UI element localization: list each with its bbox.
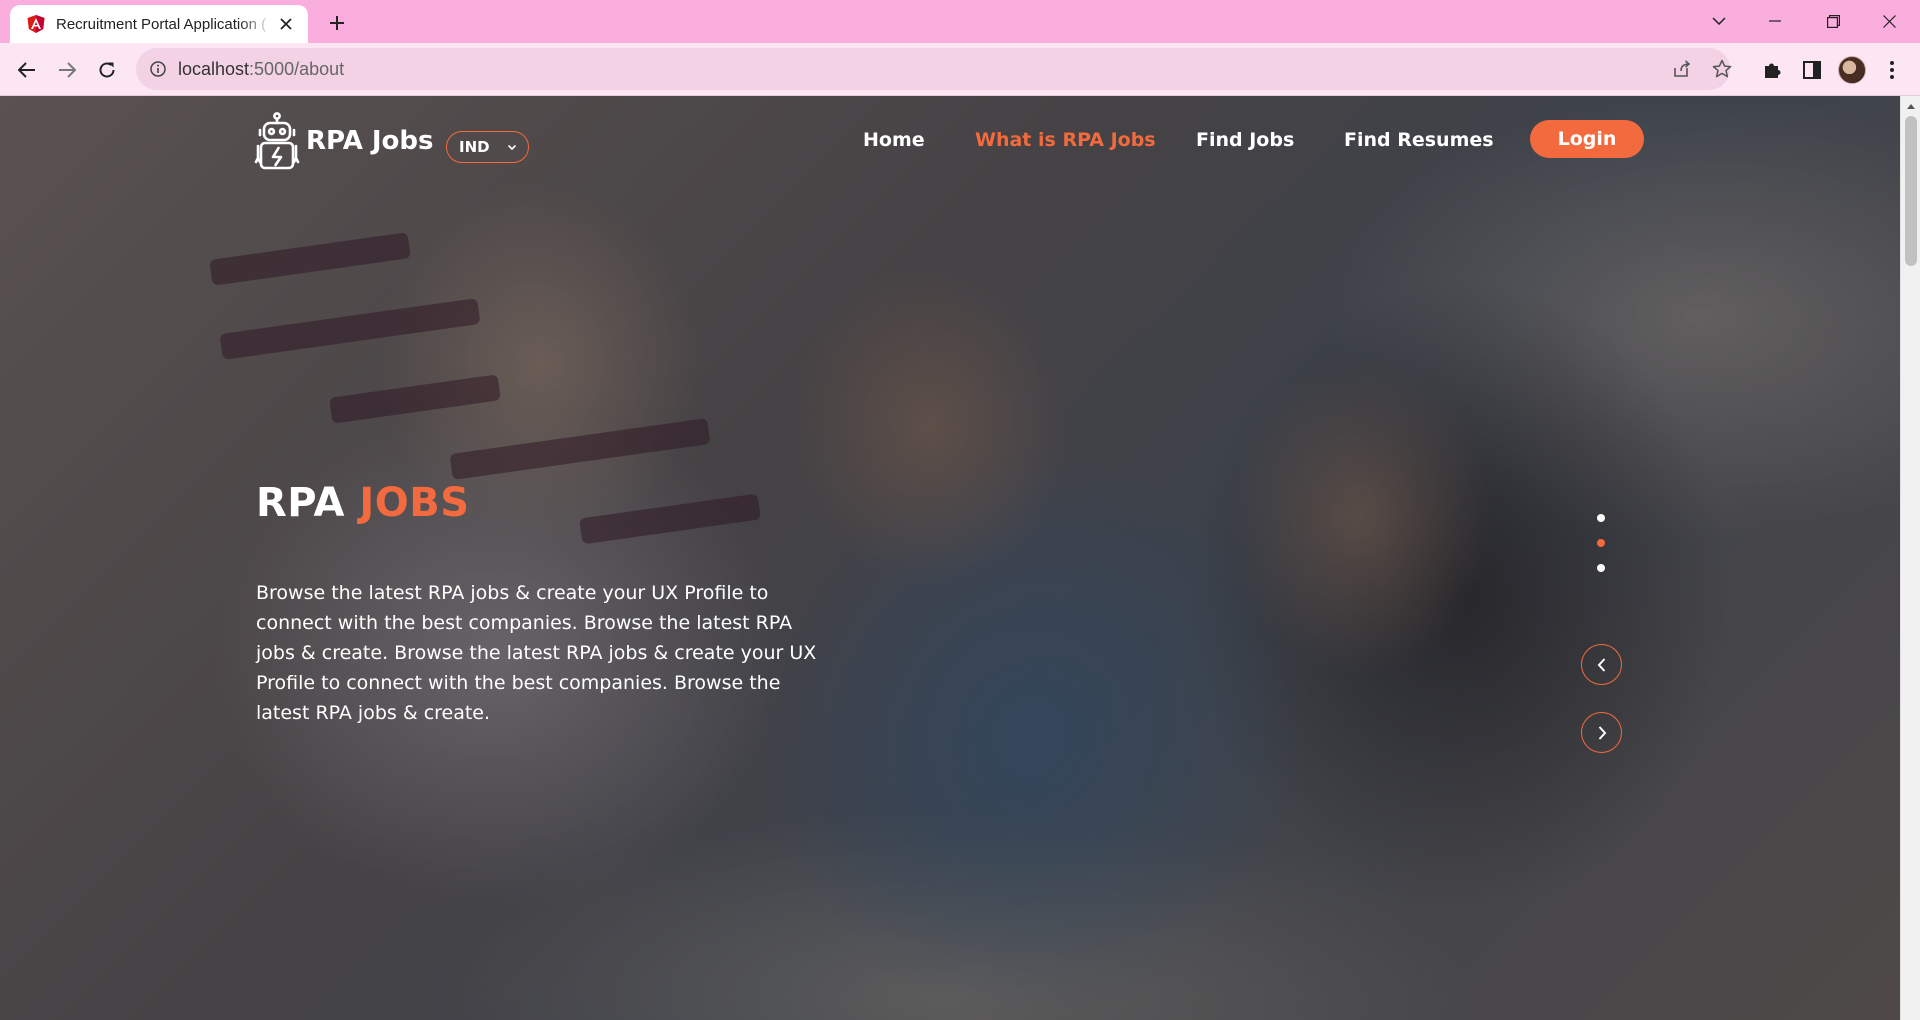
side-panel-icon[interactable] xyxy=(1798,56,1826,84)
address-bar[interactable]: localhost:5000/about xyxy=(136,48,1732,90)
chevron-down-icon xyxy=(507,144,517,151)
nav-find-resumes[interactable]: Find Resumes xyxy=(1344,129,1494,151)
nav-find-jobs[interactable]: Find Jobs xyxy=(1196,129,1294,151)
chevron-left-icon xyxy=(1597,657,1605,672)
slider-dot-2[interactable] xyxy=(1597,539,1605,547)
site-logo[interactable]: RPA Jobs xyxy=(254,112,434,170)
robot-logo-icon xyxy=(254,112,300,170)
url-text[interactable]: localhost:5000/about xyxy=(178,59,344,80)
slider-next-button[interactable] xyxy=(1581,712,1622,753)
logo-text: RPA Jobs xyxy=(306,126,434,156)
url-host: localhost xyxy=(178,59,250,79)
hero-description: Browse the latest RPA jobs & create your… xyxy=(256,582,817,724)
minimize-icon[interactable] xyxy=(1752,4,1798,38)
browser-toolbar: localhost:5000/about xyxy=(0,43,1920,96)
country-selector[interactable]: IND xyxy=(446,131,529,163)
hero-title: RPA JOBS xyxy=(256,480,470,526)
browser-tab-strip: Recruitment Portal Application ( xyxy=(0,0,1920,43)
profile-avatar[interactable] xyxy=(1838,56,1866,84)
page-viewport: RPA Jobs IND Home What is RPA Jobs Find … xyxy=(0,96,1900,1020)
extensions-puzzle-icon[interactable] xyxy=(1758,56,1786,84)
slider-dot-1[interactable] xyxy=(1597,514,1605,522)
hero-overlay xyxy=(0,96,1900,1020)
country-label: IND xyxy=(459,138,490,156)
scroll-up-arrow-icon[interactable] xyxy=(1901,98,1920,114)
back-icon[interactable] xyxy=(11,54,43,86)
reload-icon[interactable] xyxy=(91,54,123,86)
url-path: :5000/about xyxy=(249,59,345,79)
page-scrollbar[interactable] xyxy=(1900,96,1920,1020)
slider-dot-3[interactable] xyxy=(1597,564,1605,572)
hero-title-main: RPA xyxy=(256,480,360,526)
close-window-icon[interactable] xyxy=(1866,4,1912,38)
slider-prev-button[interactable] xyxy=(1581,644,1622,685)
scroll-thumb[interactable] xyxy=(1905,116,1917,266)
angular-icon xyxy=(27,15,45,33)
browser-menu-icon[interactable] xyxy=(1878,56,1906,84)
login-button[interactable]: Login xyxy=(1530,120,1644,158)
tab-search-chevron-icon[interactable] xyxy=(1696,4,1742,38)
forward-icon[interactable] xyxy=(51,54,83,86)
restore-icon[interactable] xyxy=(1810,4,1856,38)
hero-title-accent: JOBS xyxy=(359,480,470,526)
tab-close-icon[interactable] xyxy=(276,14,296,34)
tab-title: Recruitment Portal Application ( xyxy=(56,15,267,33)
bookmark-star-icon[interactable] xyxy=(1710,57,1734,81)
nav-home[interactable]: Home xyxy=(863,129,925,151)
new-tab-icon[interactable] xyxy=(322,8,352,38)
share-icon[interactable] xyxy=(1670,57,1694,81)
site-info-icon[interactable] xyxy=(148,59,168,79)
nav-what-is-rpa-jobs[interactable]: What is RPA Jobs xyxy=(975,129,1156,151)
chevron-right-icon xyxy=(1598,725,1606,740)
browser-tab[interactable]: Recruitment Portal Application ( xyxy=(10,5,308,43)
